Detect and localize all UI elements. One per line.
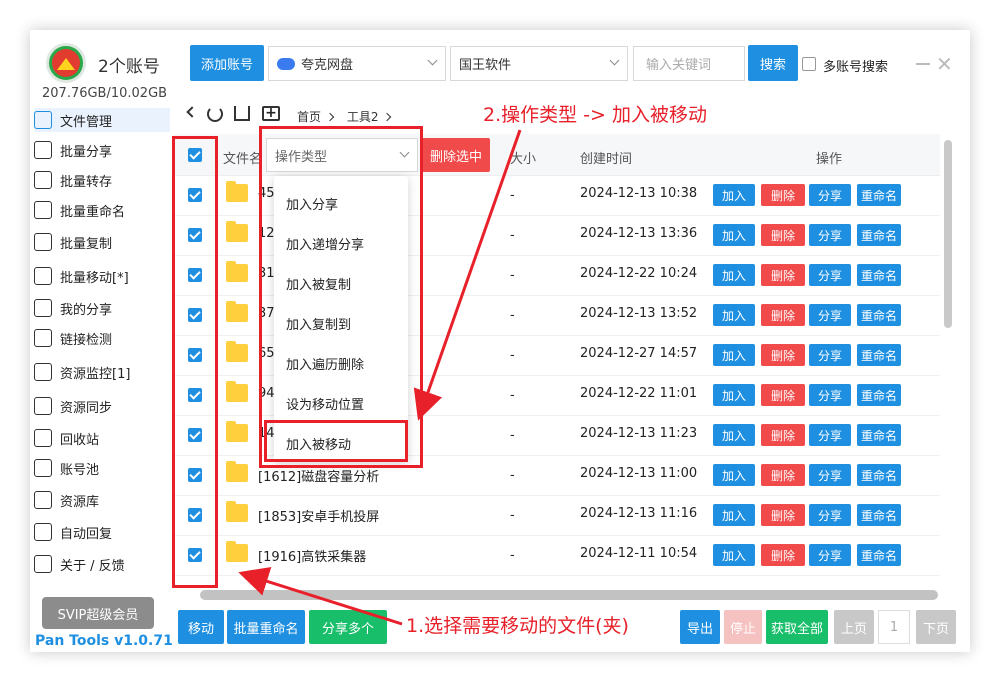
app-window: 2个账号 207.76GB/10.02GB 添加账号 夸克网盘 国王软件 输入关… [30, 30, 970, 652]
arrow-to-checkboxes [238, 566, 403, 626]
annotation-arrows [238, 129, 522, 626]
arrow-to-join-moved [413, 129, 522, 421]
